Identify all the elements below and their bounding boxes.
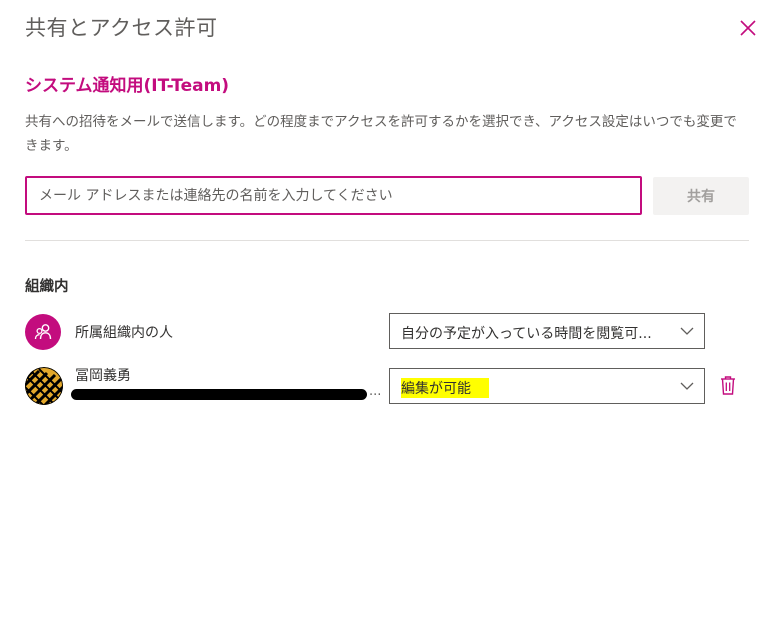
redacted-email (71, 389, 367, 400)
people-icon (34, 324, 52, 340)
dialog-title: 共有とアクセス許可 (25, 16, 218, 40)
share-description: 共有への招待をメールで送信します。どの程度までアクセスを許可するかを選択でき、ア… (25, 114, 737, 154)
permission-row-user: 冨岡義勇 ... 編集が可能 (25, 364, 750, 406)
user-avatar (25, 367, 63, 405)
chevron-down-icon (680, 327, 694, 335)
share-button[interactable]: 共有 (653, 177, 749, 215)
permission-dropdown-user[interactable]: 編集が可能 (389, 368, 705, 404)
share-permissions-dialog: 共有とアクセス許可 システム通知用(IT-Team) 共有への招待をメールで送信… (0, 0, 771, 627)
close-button[interactable] (736, 16, 760, 40)
permission-dropdown-organization[interactable]: 自分の予定が入っている時間を閲覧可... (389, 313, 705, 349)
close-icon (740, 20, 756, 36)
section-heading-organization: 組織内 (25, 279, 69, 295)
chevron-down-icon (680, 382, 694, 390)
permission-value: 編集が可能 (401, 378, 489, 398)
permission-row-organization: 所属組織内の人 自分の予定が入っている時間を閲覧可... (25, 313, 750, 351)
organization-avatar (25, 314, 61, 350)
permission-value: 自分の予定が入っている時間を閲覧可... (401, 326, 652, 342)
user-name: 冨岡義勇 (75, 368, 131, 384)
email-ellipsis: ... (369, 384, 382, 399)
divider (25, 240, 749, 241)
recipient-input[interactable] (25, 176, 642, 215)
calendar-name: システム通知用(IT-Team) (25, 76, 230, 96)
delete-user-button[interactable] (718, 374, 738, 396)
trash-icon (721, 376, 735, 395)
organization-name: 所属組織内の人 (75, 325, 173, 341)
